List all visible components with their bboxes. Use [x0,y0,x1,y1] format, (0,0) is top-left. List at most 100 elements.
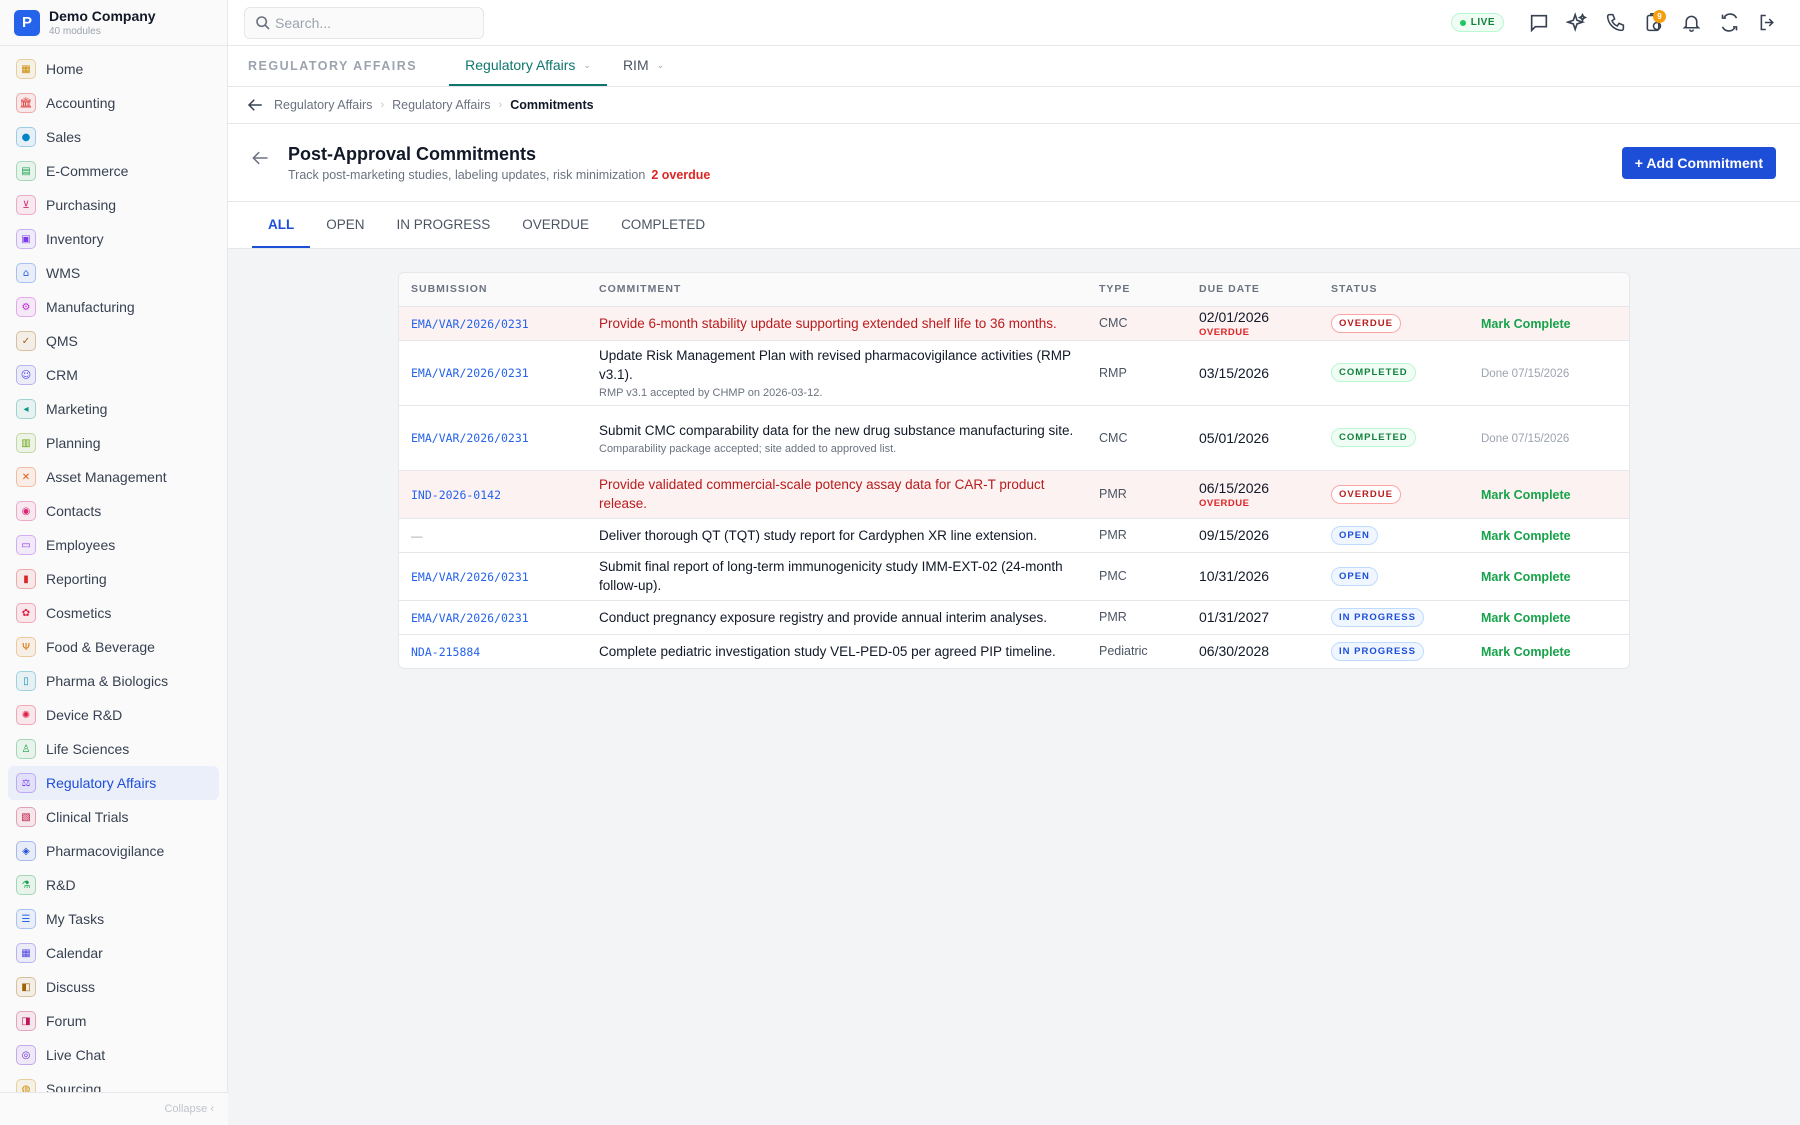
brand[interactable]: P Demo Company 40 modules [0,0,227,46]
sidebar-item-sales[interactable]: ● Sales [8,120,219,154]
module-tab-regulatory-affairs[interactable]: Regulatory Affairs ⌄ [449,46,607,86]
sidebar-item-manufacturing[interactable]: ⚙ Manufacturing [8,290,219,324]
commitment-type: CMC [1087,405,1187,471]
sidebar-item-accounting[interactable]: 🏛 Accounting [8,86,219,120]
sidebar-item-purchasing[interactable]: ⊻ Purchasing [8,188,219,222]
module-section-label: REGULATORY AFFAIRS [248,59,418,73]
breadcrumb-item[interactable]: Regulatory Affairs [274,98,372,112]
sidebar-item-qms[interactable]: ✓ QMS [8,324,219,358]
module-tab-rim[interactable]: RIM ⌄ [607,46,680,86]
shield-icon: ◈ [16,841,36,861]
sidebar-item-label: Inventory [46,231,104,247]
commitment-note: RMP v3.1 accepted by CHMP on 2026-03-12. [599,387,823,399]
sidebar-item-home[interactable]: ▦ Home [8,52,219,86]
mark-complete-button[interactable]: Mark Complete [1481,529,1571,543]
activity-button[interactable]: 9 [1634,8,1672,38]
logout-button[interactable] [1748,8,1786,38]
ai-assistant-button[interactable] [1558,8,1596,38]
sidebar-item-discuss[interactable]: ◧ Discuss [8,970,219,1004]
table-row[interactable]: — Deliver thorough QT (TQT) study report … [399,518,1629,553]
sidebar-item-sourcing[interactable]: ◍ Sourcing [8,1072,219,1092]
table-row[interactable]: EMA/VAR/2026/0231 Update Risk Management … [399,340,1629,406]
table-row[interactable]: EMA/VAR/2026/0231 Provide 6-month stabili… [399,306,1629,341]
breadcrumb-item[interactable]: Regulatory Affairs [392,98,490,112]
sidebar-item-marketing[interactable]: ◂ Marketing [8,392,219,426]
sidebar-item-employees[interactable]: ▭ Employees [8,528,219,562]
submission-id-link[interactable]: EMA/VAR/2026/0231 [411,366,529,380]
sidebar-item-device-r-d[interactable]: ✺ Device R&D [8,698,219,732]
table-row[interactable]: NDA-215884 Complete pediatric investigati… [399,634,1629,668]
sidebar-item-life-sciences[interactable]: ♙ Life Sciences [8,732,219,766]
filter-tab-overdue[interactable]: OVERDUE [506,202,605,248]
sidebar-item-r-d[interactable]: ⚗ R&D [8,868,219,902]
collapse-button[interactable]: Collapse ‹ [0,1092,228,1125]
live-label: LIVE [1470,17,1495,28]
notifications-button[interactable] [1672,8,1710,38]
store-icon: ▤ [16,161,36,181]
sidebar-item-e-commerce[interactable]: ▤ E-Commerce [8,154,219,188]
column-header-actions [1469,273,1629,307]
sidebar-item-regulatory-affairs[interactable]: ⚖ Regulatory Affairs [8,766,219,800]
filter-tab-open[interactable]: OPEN [310,202,380,248]
submission-id-link[interactable]: EMA/VAR/2026/0231 [411,317,529,331]
status-badge: OPEN [1331,566,1378,586]
table-row[interactable]: EMA/VAR/2026/0231 Submit final report of … [399,552,1629,601]
sidebar-item-food-beverage[interactable]: Ψ Food & Beverage [8,630,219,664]
sidebar-item-forum[interactable]: ◨ Forum [8,1004,219,1038]
microscope-icon: ♙ [16,739,36,759]
submission-id-link[interactable]: EMA/VAR/2026/0231 [411,611,529,625]
table-row[interactable]: EMA/VAR/2026/0231 Conduct pregnancy expos… [399,600,1629,635]
commitment-type: CMC [1087,306,1187,341]
submission-id-link[interactable]: EMA/VAR/2026/0231 [411,431,529,445]
mark-complete-button[interactable]: Mark Complete [1481,611,1571,625]
mark-complete-button[interactable]: Mark Complete [1481,570,1571,584]
column-header-commitment[interactable]: COMMITMENT [587,273,1087,307]
submission-id-link[interactable]: EMA/VAR/2026/0231 [411,570,529,584]
sidebar-item-inventory[interactable]: ▣ Inventory [8,222,219,256]
search-input[interactable] [275,14,475,31]
module-tab-label: RIM [622,57,649,73]
sidebar-item-clinical-trials[interactable]: ▧ Clinical Trials [8,800,219,834]
sidebar-item-reporting[interactable]: ▮ Reporting [8,562,219,596]
back-arrow-icon[interactable] [250,148,270,168]
sidebar-item-live-chat[interactable]: ◎ Live Chat [8,1038,219,1072]
column-header-submission[interactable]: SUBMISSION [399,273,587,307]
chat-icon: ◧ [16,977,36,997]
table-row[interactable]: EMA/VAR/2026/0231 Submit CMC comparabilit… [399,405,1629,471]
add-commitment-button[interactable]: + Add Commitment [1621,147,1776,179]
phone-button[interactable] [1596,8,1634,38]
column-header-type[interactable]: TYPE [1087,273,1187,307]
submission-id-link[interactable]: NDA-215884 [411,645,480,659]
people-icon: ☺ [16,365,36,385]
sidebar-item-planning[interactable]: ▥ Planning [8,426,219,460]
sidebar-item-contacts[interactable]: ◉ Contacts [8,494,219,528]
submission-id-link[interactable]: IND-2026-0142 [411,488,501,502]
sidebar-nav: ▦ Home 🏛 Accounting ● Sales ▤ E-Commerce ⊻ Purcha… [0,46,227,1092]
sidebar-item-pharma-biologics[interactable]: ▯ Pharma & Biologics [8,664,219,698]
filter-tab-all[interactable]: ALL [252,202,311,248]
sidebar-item-label: CRM [46,367,78,383]
sidebar-item-calendar[interactable]: ▦ Calendar [8,936,219,970]
sidebar-item-my-tasks[interactable]: ☰ My Tasks [8,902,219,936]
overdue-flag: OVERDUE [1199,326,1250,338]
column-header-due-date[interactable]: DUE DATE [1187,273,1319,307]
mark-complete-button[interactable]: Mark Complete [1481,488,1571,502]
mark-complete-button[interactable]: Mark Complete [1481,645,1571,659]
sidebar-item-cosmetics[interactable]: ✿ Cosmetics [8,596,219,630]
table-row[interactable]: IND-2026-0142 Provide validated commercia… [399,470,1629,519]
sidebar-item-wms[interactable]: ⌂ WMS [8,256,219,290]
commitment-type: PMR [1087,470,1187,519]
sidebar-item-label: Life Sciences [46,741,130,757]
page-subtitle-text: Track post-marketing studies, labeling u… [288,168,646,182]
filter-tab-in-progress[interactable]: IN PROGRESS [381,202,507,248]
mark-complete-button[interactable]: Mark Complete [1481,317,1571,331]
table-header-row: SUBMISSION COMMITMENT TYPE DUE DATE STAT… [399,273,1629,307]
sidebar-item-pharmacovigilance[interactable]: ◈ Pharmacovigilance [8,834,219,868]
sidebar-item-asset-management[interactable]: ✕ Asset Management [8,460,219,494]
back-arrow-icon[interactable] [246,96,264,114]
sync-button[interactable] [1710,8,1748,38]
messages-button[interactable] [1520,8,1558,38]
filter-tab-completed[interactable]: COMPLETED [605,202,721,248]
sidebar-item-crm[interactable]: ☺ CRM [8,358,219,392]
column-header-status[interactable]: STATUS [1319,273,1469,307]
